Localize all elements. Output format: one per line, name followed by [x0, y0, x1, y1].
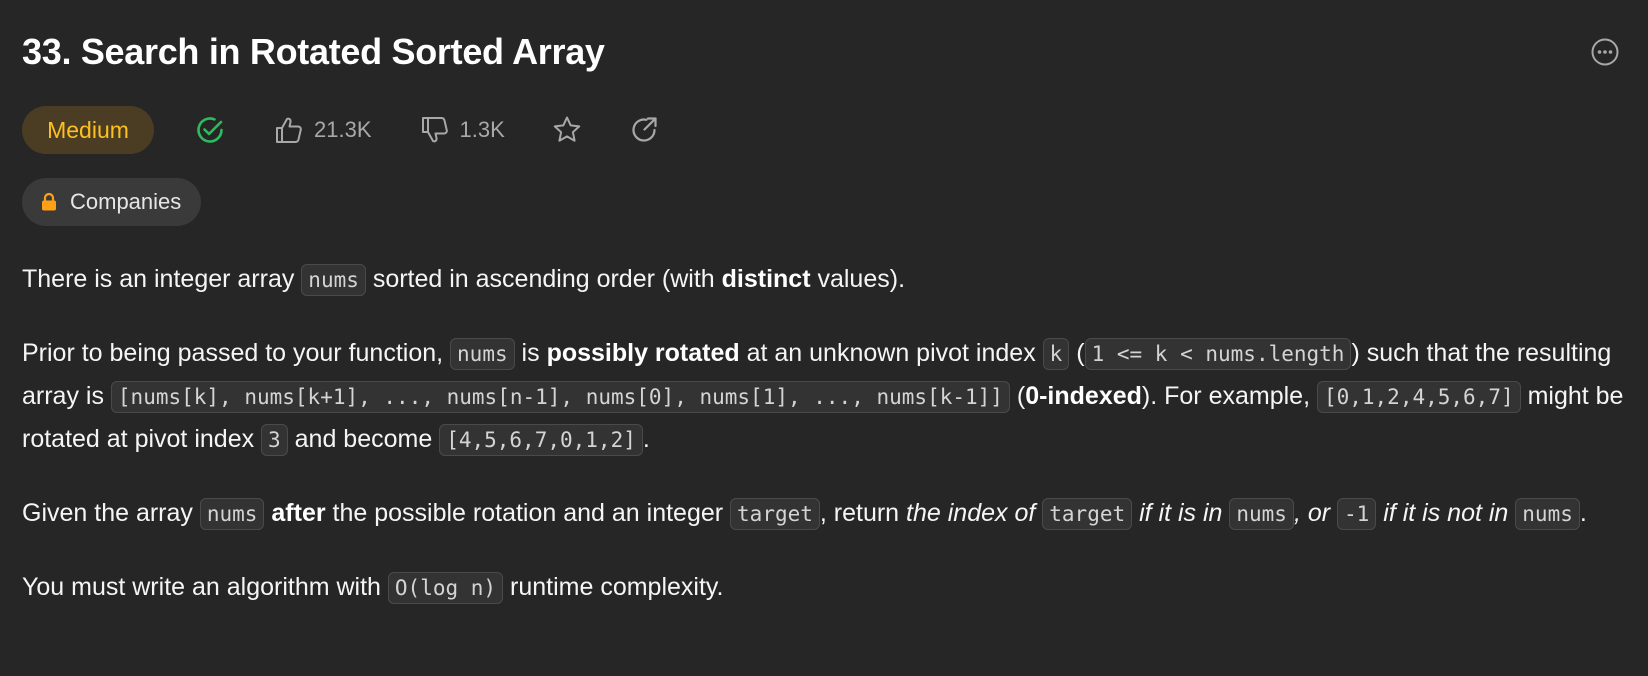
inline-code: 1 <= k < nums.length	[1084, 338, 1352, 370]
inline-code: -1	[1337, 498, 1377, 530]
inline-code: 3	[261, 424, 288, 456]
more-options-button[interactable]	[1590, 37, 1620, 67]
italic-text: if it is not in	[1376, 499, 1516, 527]
like-button[interactable]: 21.3K	[274, 115, 372, 145]
inline-code: target	[730, 498, 820, 530]
text: sorted in ascending order (with	[365, 265, 722, 293]
share-button[interactable]	[629, 115, 659, 145]
text: There is an integer array	[22, 265, 302, 293]
text: runtime complexity.	[503, 573, 724, 601]
bold-text: distinct	[721, 265, 811, 293]
title-row: 33. Search in Rotated Sorted Array	[22, 27, 1632, 77]
bold-text: possibly rotated	[546, 339, 740, 367]
lock-icon	[42, 192, 56, 211]
inline-code: nums	[1229, 498, 1294, 530]
statement-paragraph-4: You must write an algorithm with O(log n…	[22, 566, 1632, 609]
text: (	[1009, 382, 1026, 410]
star-icon	[553, 116, 580, 142]
solved-check-icon	[197, 117, 223, 143]
inline-code: [4,5,6,7,0,1,2]	[439, 424, 643, 456]
problem-meta-row: Medium 21.3K 1.3K	[22, 106, 659, 154]
inline-code: O(log n)	[387, 572, 504, 604]
inline-code: [0,1,2,4,5,6,7]	[1316, 381, 1521, 413]
thumbs-down-icon	[421, 117, 448, 143]
statement-paragraph-2: Prior to being passed to your function, …	[22, 332, 1632, 461]
like-count: 21.3K	[314, 117, 372, 142]
text: is	[514, 339, 547, 367]
thumbs-up-icon	[276, 117, 302, 143]
inline-code: k	[1042, 338, 1070, 370]
share-icon	[632, 117, 657, 142]
problem-title: 33. Search in Rotated Sorted Array	[22, 31, 605, 72]
statement-paragraph-1: There is an integer array nums sorted in…	[22, 258, 1632, 301]
bold-text: 0-indexed	[1025, 382, 1142, 410]
text: .	[642, 425, 650, 453]
text: Prior to being passed to your function,	[22, 339, 451, 367]
inline-code: nums	[301, 264, 366, 296]
inline-code: [nums[k], nums[k+1], ..., nums[n-1], num…	[110, 381, 1010, 413]
text: You must write an algorithm with	[22, 573, 388, 601]
inline-code: nums	[1515, 498, 1580, 530]
statement-paragraph-3: Given the array nums after the possible …	[22, 492, 1632, 535]
italic-text: if it is in	[1132, 499, 1230, 527]
text: values).	[810, 265, 906, 293]
text: ). For example,	[1141, 382, 1317, 410]
inline-code: nums	[450, 338, 515, 370]
text: and become	[287, 425, 440, 453]
companies-tag-button[interactable]: Companies	[22, 178, 202, 226]
solved-status	[194, 114, 226, 146]
difficulty-badge: Medium	[22, 106, 154, 154]
inline-code: target	[1042, 498, 1133, 530]
italic-text: , or	[1293, 499, 1338, 527]
more-icon	[1591, 38, 1619, 66]
italic-text: the index of	[906, 499, 1043, 527]
text: (	[1069, 339, 1085, 367]
text: , return	[819, 499, 907, 527]
dislike-button[interactable]: 1.3K	[420, 115, 505, 145]
inline-code: nums	[199, 498, 265, 530]
problem-statement: There is an integer array nums sorted in…	[22, 258, 1632, 640]
text: Given the array	[22, 499, 200, 527]
text: .	[1579, 499, 1587, 527]
dislike-count: 1.3K	[459, 117, 505, 142]
text: at an unknown pivot index	[739, 339, 1043, 367]
bold-text: after	[271, 499, 326, 527]
companies-label: Companies	[70, 189, 182, 214]
favorite-button[interactable]	[551, 114, 583, 146]
text: the possible rotation and an integer	[325, 499, 731, 527]
